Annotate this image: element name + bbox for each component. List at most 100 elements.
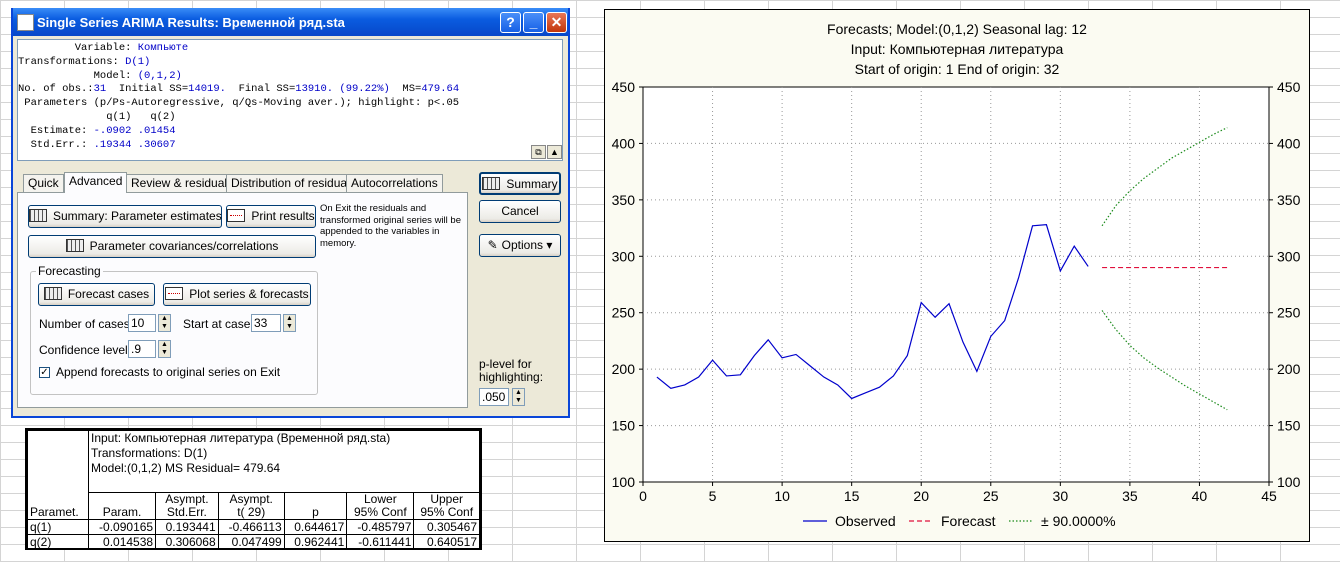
table-row: q(1) -0.090165 0.193441 -0.466113 0.644617 -0… — [27, 519, 480, 535]
results-line: No. of obs.: — [18, 83, 94, 96]
table-icon — [43, 287, 62, 300]
parameter-covariances-button[interactable]: Parameter covariances/correlations — [28, 235, 316, 258]
advanced-tab-panel: Summary: Parameter estimates Print resul… — [17, 192, 468, 408]
results-line: Estimate: — [18, 124, 94, 137]
summary-parameter-estimates-button[interactable]: Summary: Parameter estimates — [28, 205, 222, 228]
column-header: Param. — [87, 492, 157, 520]
forecast-chart: Forecasts; Model:(0,1,2) Seasonal lag: 1… — [604, 9, 1310, 542]
x-tick-label: 15 — [844, 488, 860, 504]
results-value: (0,1,2) — [137, 69, 182, 82]
y-tick-label-right: 450 — [1277, 79, 1301, 95]
results-value: 479.64 — [421, 83, 460, 96]
y-tick-label-left: 150 — [612, 418, 636, 434]
window-title: Single Series ARIMA Results: Временной р… — [37, 15, 345, 30]
results-value: 14019. — [188, 83, 226, 96]
column-header-line1: Param. — [102, 505, 142, 519]
copy-icon[interactable]: ⧉ — [531, 145, 546, 159]
x-tick-label: 40 — [1192, 488, 1208, 504]
y-tick-label-right: 100 — [1277, 474, 1301, 490]
results-line: Std.Err.: — [18, 138, 94, 151]
results-line: MS= — [389, 83, 422, 96]
table-transform-line: Transformations: D(1) — [91, 446, 208, 460]
results-value: -.0902 .01454 — [93, 124, 176, 137]
y-tick-label-right: 150 — [1277, 418, 1301, 434]
parameter-results-table: Paramet. Input: Компьютерная литература … — [25, 428, 482, 550]
summary-table-icon — [29, 209, 47, 222]
chart-title-line: Input: Компьютерная литература — [851, 41, 1064, 57]
start-at-case-label: Start at case: — [183, 317, 254, 331]
results-line: Transformations: — [18, 55, 126, 68]
button-label: Forecast cases — [67, 287, 150, 301]
arima-results-window: Single Series ARIMA Results: Временной р… — [11, 8, 570, 418]
help-button[interactable]: ? — [500, 12, 521, 33]
results-line: Initial SS= — [106, 83, 189, 96]
column-header: Asympt. Std.Err. — [155, 492, 219, 520]
append-forecasts-label: Append forecasts to original series on E… — [56, 365, 281, 379]
x-tick-label: 20 — [913, 488, 929, 504]
p-level-input[interactable]: .050 — [479, 388, 509, 406]
forecast-chart-svg: Forecasts; Model:(0,1,2) Seasonal lag: 1… — [612, 21, 1301, 529]
results-text-panel[interactable]: Variable: Компьюте Transformations: D(1)… — [17, 39, 563, 161]
table-header-info: Input: Компьютерная литература (Временно… — [88, 430, 480, 493]
start-at-case-spinner[interactable]: ▲ ▼ — [283, 314, 296, 332]
confidence-level-input[interactable]: .9 — [128, 340, 156, 358]
print-results-button[interactable]: Print results — [226, 205, 316, 228]
x-tick-label: 25 — [983, 488, 999, 504]
y-tick-label-left: 400 — [612, 135, 636, 151]
legend-label: Forecast — [941, 513, 996, 529]
p-level-spinner[interactable]: ▲ ▼ — [512, 388, 525, 406]
y-tick-label-right: 250 — [1277, 305, 1301, 321]
results-value: D(1) — [125, 55, 151, 68]
cancel-button[interactable]: Cancel — [479, 200, 561, 223]
button-label: Options ▾ — [501, 238, 553, 252]
y-tick-label-left: 300 — [612, 248, 636, 264]
table-cell: 0.644617 — [283, 519, 348, 535]
plot-series-forecasts-button[interactable]: Plot series & forecasts — [163, 283, 311, 306]
summary-button[interactable]: Summary — [479, 172, 561, 195]
number-of-cases-spinner[interactable]: ▲ ▼ — [158, 314, 171, 332]
button-label: Parameter covariances/correlations — [89, 239, 279, 253]
results-line: Variable: — [18, 42, 138, 54]
table-body: q(1) -0.090165 0.193441 -0.466113 0.644617 -0… — [27, 519, 480, 550]
table-cell: 0.640517 — [413, 534, 480, 550]
x-tick-label: 45 — [1261, 488, 1277, 504]
tab-advanced[interactable]: Advanced — [64, 172, 128, 193]
table-cell: -0.090165 — [87, 519, 157, 535]
title-bar[interactable]: Single Series ARIMA Results: Временной р… — [13, 8, 568, 36]
row-name-cell: q(1) — [27, 519, 89, 535]
confidence-level-spinner[interactable]: ▲ ▼ — [158, 340, 171, 358]
y-tick-label-left: 100 — [612, 474, 636, 490]
append-forecasts-checkbox[interactable]: ✓ — [39, 367, 50, 378]
close-button[interactable]: ✕ — [546, 12, 567, 33]
number-of-cases-input[interactable]: 10 — [128, 314, 156, 332]
results-value: Компьюте — [137, 42, 189, 54]
y-tick-label-left: 350 — [612, 192, 636, 208]
y-tick-label-right: 350 — [1277, 192, 1301, 208]
x-tick-label: 30 — [1053, 488, 1069, 504]
tab-quick[interactable]: Quick — [23, 174, 64, 192]
tab-autocorrelations[interactable]: Autocorrelations — [346, 174, 443, 192]
forecast-cases-button[interactable]: Forecast cases — [38, 283, 155, 306]
y-tick-label-left: 450 — [612, 79, 636, 95]
table-input-line: Input: Компьютерная литература (Временно… — [91, 431, 391, 445]
tab-review-residuals[interactable]: Review & residuals — [126, 174, 239, 192]
button-label: Summary — [506, 177, 558, 191]
expand-up-icon[interactable]: ▲ — [547, 145, 562, 159]
table-cell: 0.305467 — [413, 519, 480, 535]
column-header: Asympt. t( 29) — [217, 492, 285, 520]
column-header: p — [283, 492, 348, 520]
x-tick-label: 5 — [709, 488, 717, 504]
x-tick-label: 35 — [1122, 488, 1138, 504]
tab-distribution-residuals[interactable]: Distribution of residuals — [226, 174, 361, 192]
results-line: q(1) q(2) — [18, 110, 176, 123]
options-icon: ✎ — [487, 238, 498, 252]
chart-title-line: Start of origin: 1 End of origin: 32 — [855, 61, 1060, 77]
column-header-line2: 95% Conf — [420, 505, 474, 519]
number-of-cases-label: Number of cases: — [39, 317, 134, 331]
results-value: 31 — [93, 83, 107, 96]
table-cell: -0.611441 — [346, 534, 415, 550]
minimize-button[interactable]: _ — [523, 12, 544, 33]
x-tick-label: 10 — [774, 488, 790, 504]
start-at-case-input[interactable]: 33 — [251, 314, 281, 332]
options-button[interactable]: ✎ Options ▾ — [479, 234, 561, 257]
